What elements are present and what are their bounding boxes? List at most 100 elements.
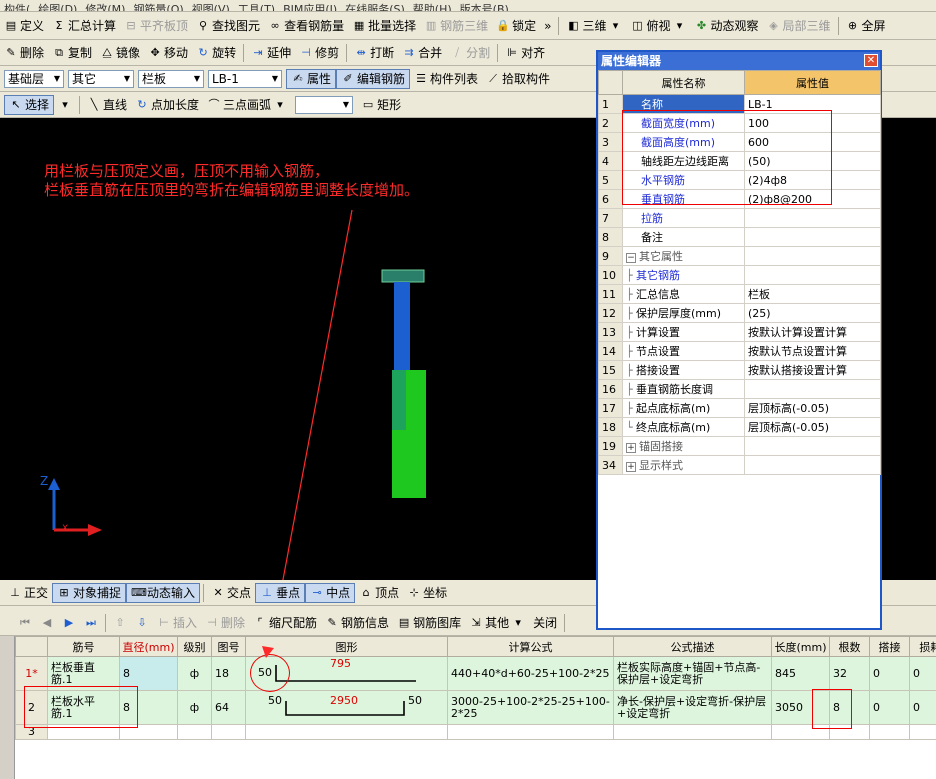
insert-button[interactable]: ⊢ 插入 — [153, 613, 201, 633]
property-value[interactable]: 栏板 — [744, 284, 881, 304]
bar-name-cell[interactable]: 栏板水平筋.1 — [47, 690, 120, 725]
mirror-button[interactable]: ⧋ 镜像 — [96, 43, 144, 63]
description-cell[interactable]: 净长-保护层+设定弯折-保护层+设定弯折 — [613, 690, 772, 725]
property-value[interactable] — [744, 265, 881, 285]
move-up-button[interactable]: ⇧ — [109, 613, 131, 633]
property-row-axis-offset[interactable]: 4 轴线距左边线距离 (50) — [598, 151, 881, 171]
select-button[interactable]: ↖ 选择 — [4, 94, 55, 115]
close-table-button[interactable]: 关闭 — [529, 613, 561, 633]
grade-cell[interactable]: ф — [177, 656, 212, 691]
property-value[interactable]: (2)ф8@200 — [744, 189, 881, 209]
property-row-section-height[interactable]: 3 截面高度(mm) 600 — [598, 132, 881, 152]
expand-icon[interactable]: + — [626, 462, 636, 472]
rebar-3d-button[interactable]: ▥ 钢筋三维 — [420, 16, 492, 36]
menu-draw[interactable]: 绘图(D) — [34, 0, 81, 11]
property-row-section-width[interactable]: 2 截面宽度(mm) 100 — [598, 113, 881, 133]
prev-record-button[interactable]: ◀ — [36, 613, 58, 633]
col-header-length[interactable]: 长度(mm) — [771, 636, 830, 657]
component-list-button[interactable]: ☰ 构件列表 — [410, 69, 482, 89]
shape-cell[interactable]: 50 2950 50 — [245, 690, 448, 725]
menu-online[interactable]: 在线服务(S) — [341, 0, 409, 11]
property-value[interactable]: LB-1 — [744, 94, 881, 114]
property-value[interactable]: 层顶标高(-0.05) — [744, 417, 881, 437]
coordinate-toggle[interactable]: ⊹ 坐标 — [403, 583, 451, 603]
midpoint-toggle[interactable]: ⊸ 中点 — [305, 582, 356, 603]
overflow-chevron-icon[interactable]: » — [540, 16, 555, 36]
edit-rebar-button[interactable]: ✐ 编辑钢筋 — [336, 68, 411, 89]
formula-cell[interactable]: 440+40*d+60-25+100-2*25 — [447, 656, 614, 691]
grade-cell[interactable]: ф — [177, 690, 212, 725]
property-value[interactable]: 按默认节点设置计算 — [744, 341, 881, 361]
col-header-count[interactable]: 根数 — [829, 636, 870, 657]
property-row-display-style-group[interactable]: 34 + 显示样式 — [598, 455, 881, 475]
property-row-calc-setting[interactable]: 13 ├ 计算设置 按默认计算设置计算 — [598, 322, 881, 342]
rebar-info-button[interactable]: ✎ 钢筋信息 — [321, 613, 393, 633]
property-row-other-group[interactable]: 9− 其它属性 — [598, 246, 881, 266]
col-header-loss[interactable]: 损耗( — [909, 636, 936, 657]
menu-version[interactable]: 版本号(B) — [456, 0, 513, 11]
lap-cell[interactable]: 0 — [869, 690, 910, 725]
diameter-cell[interactable]: 8 — [119, 656, 178, 691]
collapse-icon[interactable]: − — [626, 253, 636, 263]
bar-name-cell[interactable]: 栏板垂直筋.1 — [47, 656, 120, 691]
dynamic-input-toggle[interactable]: ⌨ 动态输入 — [126, 582, 201, 603]
loss-cell[interactable]: 0 — [909, 656, 936, 691]
table-row[interactable]: 1* 栏板垂直筋.1 8 ф 18 50 795 440+40*d+60-25+… — [15, 656, 936, 691]
table-row[interactable]: 2 栏板水平筋.1 8 ф 64 50 2950 50 3000-25+100-… — [15, 690, 936, 725]
property-value[interactable]: (25) — [744, 303, 881, 323]
col-header-formula[interactable]: 计算公式 — [447, 636, 614, 657]
property-value[interactable] — [744, 379, 881, 399]
view-rebar-button[interactable]: ∞ 查看钢筋量 — [264, 16, 348, 36]
rotate-button[interactable]: ↻ 旋转 — [192, 43, 240, 63]
lap-cell[interactable]: 0 — [869, 656, 910, 691]
category-select[interactable]: 其它 ▼ — [68, 69, 134, 88]
scale-rebar-button[interactable]: ⌜ 缩尺配筋 — [249, 613, 321, 633]
property-value[interactable]: (50) — [744, 151, 881, 171]
expand-icon[interactable]: + — [626, 443, 636, 453]
menu-modify[interactable]: 修改(M) — [81, 0, 129, 11]
table-delete-button[interactable]: ⊣ 删除 — [201, 613, 249, 633]
property-row-node-setting[interactable]: 14 ├ 节点设置 按默认节点设置计算 — [598, 341, 881, 361]
property-row-start-elevation[interactable]: 17 ├ 起点底标高(m) 层顶标高(-0.05) — [598, 398, 881, 418]
copy-button[interactable]: ⧉ 复制 — [48, 43, 96, 63]
formula-cell[interactable]: 3000-25+100-2*25-25+100-2*25 — [447, 690, 614, 725]
col-header-bar-name[interactable]: 筋号 — [47, 636, 120, 657]
fullscreen-button[interactable]: ⊕ 全屏 — [842, 16, 890, 36]
property-button[interactable]: ✍ 属性 — [286, 68, 337, 89]
property-value[interactable] — [744, 208, 881, 228]
local-3d-button[interactable]: ◈ 局部三维 — [763, 16, 835, 36]
select-dropdown[interactable]: ▾ — [54, 95, 76, 115]
property-value[interactable] — [744, 227, 881, 247]
menu-help[interactable]: 帮助(H) — [409, 0, 456, 11]
property-row-lap-setting[interactable]: 15 ├ 搭接设置 按默认搭接设置计算 — [598, 360, 881, 380]
top-view-button[interactable]: ◫ 俯视 ▾ — [626, 16, 690, 36]
delete-button[interactable]: ✎ 删除 — [0, 43, 48, 63]
property-row-name[interactable]: 1 名称 LB-1 — [598, 94, 881, 114]
table-row[interactable]: 3 — [15, 724, 936, 740]
menu-tools[interactable]: 工具(T) — [234, 0, 279, 11]
property-value[interactable]: 按默认搭接设置计算 — [744, 360, 881, 380]
property-row-anchor-lap-group[interactable]: 19 + 锚固搭接 — [598, 436, 881, 456]
property-row-cover[interactable]: 12 ├ 保护层厚度(mm) (25) — [598, 303, 881, 323]
ortho-toggle[interactable]: ⊥ 正交 — [4, 583, 52, 603]
floor-select[interactable]: 基础层 ▼ — [4, 69, 64, 88]
property-value[interactable]: (2)4ф8 — [744, 170, 881, 190]
lock-button[interactable]: 🔒 锁定 — [492, 16, 540, 36]
shape-cell[interactable]: 50 795 — [245, 656, 448, 691]
intersection-toggle[interactable]: ✕ 交点 — [207, 583, 255, 603]
length-cell[interactable]: 3050 — [771, 690, 830, 725]
summary-button[interactable]: Σ 汇总计算 — [48, 16, 120, 36]
col-header-shape[interactable]: 图形 — [245, 636, 448, 657]
align-top-button[interactable]: ⊟ 平齐板顶 — [120, 16, 192, 36]
property-row-other-rebar[interactable]: 10 ├ 其它钢筋 — [598, 265, 881, 285]
batch-select-button[interactable]: ▦ 批量选择 — [348, 16, 420, 36]
move-down-button[interactable]: ⇩ — [131, 613, 153, 633]
col-header-description[interactable]: 公式描述 — [613, 636, 772, 657]
trim-button[interactable]: ⊣ 修剪 — [295, 43, 343, 63]
arc-option-select[interactable]: ▼ — [295, 95, 354, 114]
property-value[interactable]: 100 — [744, 113, 881, 133]
menu-view[interactable]: 视图(V) — [188, 0, 234, 11]
property-row-tie-bar[interactable]: 7 拉筋 — [598, 208, 881, 228]
property-row-end-elevation[interactable]: 18 └ 终点底标高(m) 层顶标高(-0.05) — [598, 417, 881, 437]
vertex-toggle[interactable]: ⌂ 顶点 — [355, 583, 403, 603]
